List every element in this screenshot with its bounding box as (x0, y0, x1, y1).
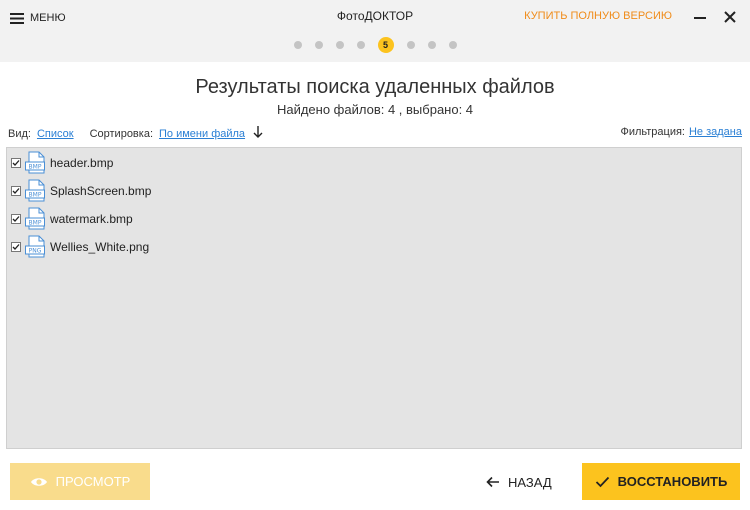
hamburger-icon (10, 12, 24, 24)
checkmark-icon (12, 244, 20, 250)
sort-direction-button[interactable] (253, 126, 263, 141)
restore-button[interactable]: ВОССТАНОВИТЬ (582, 463, 740, 500)
checkmark-icon (595, 476, 609, 487)
step-6-dot[interactable] (406, 41, 415, 49)
checkmark-icon (12, 216, 20, 222)
image-file-icon: BMP (25, 179, 45, 202)
step-4-dot[interactable] (356, 41, 365, 49)
filter-link[interactable]: Не задана (689, 126, 742, 138)
arrow-down-icon (253, 126, 263, 138)
filter-group: Фильтрация: Не задана (620, 126, 742, 138)
step-1-dot[interactable] (293, 41, 302, 49)
step-7-dot[interactable] (427, 41, 436, 49)
step-indicator: 5 (0, 36, 750, 54)
preview-label: ПРОСМОТР (55, 474, 131, 489)
file-checkbox[interactable] (11, 242, 21, 252)
step-current[interactable]: 5 (377, 37, 394, 53)
file-name: SplashScreen.bmp (50, 184, 152, 198)
page-title: Результаты поиска удаленных файлов (195, 76, 555, 98)
view-label: Вид: (8, 127, 31, 140)
minimize-button[interactable] (690, 7, 710, 27)
close-icon (724, 11, 736, 23)
title-bar: МЕНЮ ФотоДОКТОР КУПИТЬ ПОЛНУЮ ВЕРСИЮ 5 (0, 0, 750, 62)
image-file-icon: BMP (25, 151, 45, 174)
eye-icon (30, 477, 47, 486)
file-row[interactable]: PNG Wellies_White.png (11, 235, 149, 259)
step-8-dot[interactable] (448, 41, 457, 49)
step-3-dot[interactable] (335, 41, 344, 49)
restore-label: ВОССТАНОВИТЬ (617, 474, 728, 489)
arrow-left-icon (486, 476, 499, 488)
checkmark-icon (12, 188, 20, 194)
options-bar: Вид: Список Сортировка: По имени файла Ф… (8, 126, 742, 142)
back-button[interactable]: НАЗАД (486, 470, 552, 494)
sort-field-link[interactable]: По имени файла (159, 128, 245, 140)
minimize-icon (694, 17, 706, 19)
back-label: НАЗАД (508, 474, 552, 490)
preview-button[interactable]: ПРОСМОТР (10, 463, 150, 500)
buy-full-version-link[interactable]: КУПИТЬ ПОЛНУЮ ВЕРСИЮ (524, 10, 672, 22)
file-row[interactable]: BMP header.bmp (11, 151, 113, 175)
file-list-panel[interactable]: BMP header.bmp BMP SplashScreen.bmp BMP … (6, 147, 742, 449)
file-type-label: BMP (29, 219, 42, 226)
page-subtitle: Найдено файлов: 4 , выбрано: 4 (276, 102, 474, 117)
file-type-label: BMP (29, 191, 42, 198)
file-name: header.bmp (50, 156, 114, 170)
menu-label: МЕНЮ (30, 12, 66, 24)
file-row[interactable]: BMP SplashScreen.bmp (11, 179, 151, 203)
file-name: watermark.bmp (50, 212, 133, 226)
view-sort-group: Вид: Список Сортировка: По имени файла (8, 126, 263, 141)
filter-label: Фильтрация: (620, 126, 685, 138)
close-button[interactable] (720, 7, 740, 27)
file-name: Wellies_White.png (50, 240, 150, 254)
file-type-label: PNG (29, 247, 42, 254)
file-checkbox[interactable] (11, 158, 21, 168)
sort-label: Сортировка: (89, 127, 154, 140)
file-checkbox[interactable] (11, 214, 21, 224)
view-mode-link[interactable]: Список (37, 128, 74, 140)
checkmark-icon (12, 160, 20, 166)
file-checkbox[interactable] (11, 186, 21, 196)
file-type-label: BMP (29, 163, 42, 170)
menu-button[interactable]: МЕНЮ (10, 9, 66, 27)
image-file-icon: BMP (25, 207, 45, 230)
step-2-dot[interactable] (314, 41, 323, 49)
file-row[interactable]: BMP watermark.bmp (11, 207, 133, 231)
image-file-icon: PNG (25, 235, 45, 258)
